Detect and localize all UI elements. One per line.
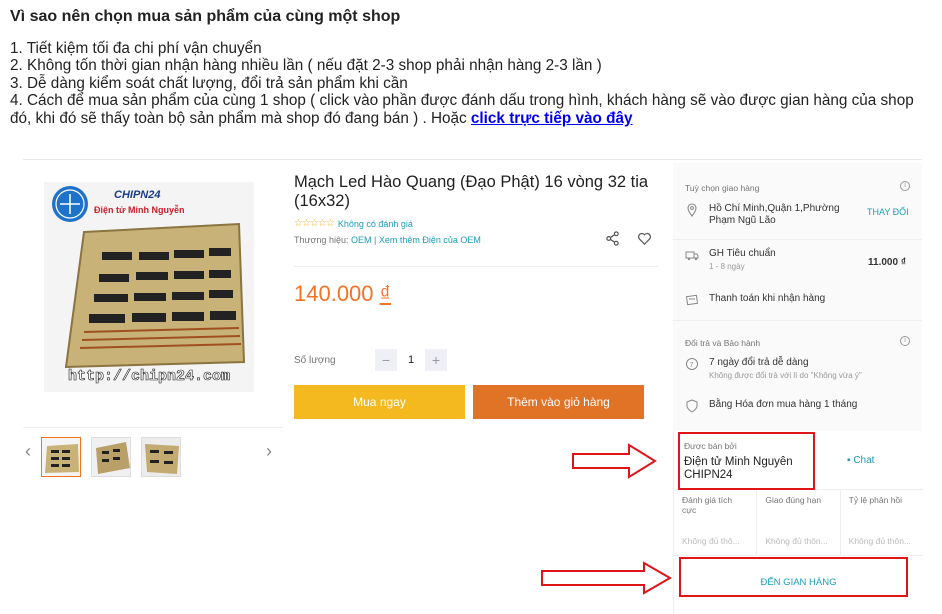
circuit-board-image: CHIPN24 Điện tử Minh Nguyễn http://chipn… (44, 182, 254, 392)
image-url-text: http://chipn24.com (68, 368, 230, 385)
brand-link[interactable]: OEM (351, 235, 372, 245)
currency-symbol: ₫ (379, 281, 391, 306)
quantity-value[interactable]: 1 (397, 354, 425, 366)
intro-list: 1. Tiết kiệm tối đa chi phí vận chuyển 2… (10, 40, 935, 127)
thumbnail-strip: ‹ › (23, 427, 283, 477)
product-price: 140.000 ₫ (294, 281, 391, 307)
metric-response-rate: Tỷ lệ phản hồi Không đủ thôn... (841, 490, 923, 555)
thumbnail-image (142, 438, 180, 476)
thumbnail[interactable] (41, 437, 81, 477)
intro-section: Vì sao nên chọn mua sản phẩm của cùng mộ… (10, 7, 935, 127)
shipping-price: 11.000 ₫ (868, 257, 906, 268)
quantity-plus-button[interactable]: + (425, 349, 447, 371)
info-icon[interactable]: i (900, 336, 910, 346)
product-title: Mạch Led Hào Quang (Đạo Phật) 16 vòng 32… (294, 173, 649, 210)
intro-title: Vì sao nên chọn mua sản phẩm của cùng mộ… (10, 8, 401, 25)
metric-label: Giao đúng hạn (765, 495, 822, 505)
metric-value: Không đủ thôn... (848, 536, 912, 546)
chat-label: Chat (853, 455, 875, 466)
shipping-time: 1 - 8 ngày (709, 262, 745, 271)
thumbnail[interactable] (141, 437, 181, 477)
seller-sidebar: Tuỳ chọn giao hàng i Hồ Chí Minh,Quận 1,… (673, 163, 923, 614)
chat-icon: ▪ (847, 455, 851, 466)
heart-icon[interactable] (637, 231, 652, 246)
intro-item: 1. Tiết kiệm tối đa chi phí vận chuyển (10, 40, 262, 57)
brand-more-link[interactable]: Xem thêm Điện của OEM (379, 235, 481, 245)
arrow-right-icon (541, 561, 672, 595)
intro-item: 3. Dễ dàng kiểm soát chất lượng, đổi trả… (10, 74, 408, 92)
delivery-truck-icon (685, 251, 699, 261)
shield-icon (686, 399, 698, 413)
metric-value: Không đủ thô... (682, 536, 740, 546)
arrow-right-icon (572, 443, 657, 479)
seller-metrics: Đánh giá tích cực Không đủ thô... Giao đú… (674, 489, 923, 556)
metric-label: Đánh giá tích cực (682, 495, 733, 515)
product-info: Mạch Led Hào Quang (Đạo Phật) 16 vòng 32… (294, 173, 658, 419)
share-icon[interactable] (605, 231, 620, 246)
quantity-label: Số lượng (294, 354, 336, 366)
divider (294, 266, 658, 267)
seller-highlight-box (678, 432, 815, 490)
product-card: CHIPN24 Điện tử Minh Nguyễn http://chipn… (23, 159, 923, 614)
invoice-row: Bằng Hóa đơn mua hàng 1 tháng (685, 399, 857, 413)
location-pin-icon (687, 203, 697, 217)
metric-label: Tỷ lệ phản hồi (848, 495, 903, 505)
svg-text:7: 7 (690, 362, 694, 369)
buy-now-button[interactable]: Mua ngay (294, 385, 465, 419)
product-main-image[interactable]: CHIPN24 Điện tử Minh Nguyễn http://chipn… (44, 182, 254, 392)
intro-item-text: 4. Cách để mua sản phẩm của cùng 1 shop … (10, 92, 914, 127)
chat-button[interactable]: ▪ Chat (847, 455, 874, 466)
direct-link[interactable]: click trực tiếp vào đây (471, 110, 633, 127)
shipping-method-row: GH Tiêu chuẩn 1 - 8 ngày (685, 248, 776, 271)
return-icon: 7 (686, 358, 698, 370)
thumbnail-image (92, 438, 130, 476)
price-value: 140.000 (294, 281, 374, 306)
cash-icon (685, 294, 699, 306)
add-to-cart-button[interactable]: Thêm vào giỏ hàng (473, 385, 644, 419)
quantity-minus-button[interactable]: − (375, 349, 397, 371)
delivery-section-label: Tuỳ chọn giao hàng (685, 183, 760, 193)
thumbnail[interactable] (91, 437, 131, 477)
chevron-right-icon[interactable]: › (266, 441, 272, 461)
action-buttons: Mua ngay Thêm vào giỏ hàng (294, 385, 644, 419)
cod-text: Thanh toán khi nhận hàng (709, 293, 826, 304)
quantity-row: Số lượng − 1 + (294, 349, 447, 371)
delivery-address: Hồ Chí Minh,Quận 1,Phường Phạm Ngũ Lão (709, 203, 840, 226)
rating-row: ☆☆☆☆☆ Không có đánh giá (294, 218, 658, 229)
star-rating-icon: ☆☆☆☆☆ (294, 218, 335, 229)
brand-label: Thương hiệu: (294, 235, 349, 245)
info-icon[interactable]: i (900, 181, 910, 191)
change-address-link[interactable]: THAY ĐỔI (867, 207, 909, 217)
returns-text: 7 ngày đổi trả dễ dàng (709, 357, 809, 368)
brand-row: Thương hiệu: OEM | Xem thêm Điện của OEM (294, 235, 658, 245)
image-subtitle-text: Điện tử Minh Nguyễn (94, 205, 185, 215)
rating-text[interactable]: Không có đánh giá (338, 219, 413, 229)
store-highlight-box (679, 557, 908, 597)
share-actions (605, 231, 652, 246)
divider (673, 239, 922, 240)
shipping-method: GH Tiêu chuẩn (709, 248, 776, 259)
returns-sub: Không được đổi trả với lí do "Không vừa … (709, 371, 862, 380)
intro-item: 2. Không tốn thời gian nhận hàng nhiều l… (10, 57, 602, 75)
invoice-text: Bằng Hóa đơn mua hàng 1 tháng (709, 399, 858, 410)
divider (673, 320, 922, 321)
intro-item: 4. Cách để mua sản phẩm của cùng 1 shop … (10, 92, 935, 127)
image-brand-text: CHIPN24 (114, 189, 160, 201)
metric-value: Không đủ thôn... (765, 536, 828, 546)
thumbnail-image (42, 438, 80, 476)
metric-on-time-delivery: Giao đúng hạn Không đủ thôn... (757, 490, 841, 555)
returns-row: 7 7 ngày đổi trả dễ dàng Không được đổi … (685, 357, 862, 380)
metric-positive-rating: Đánh giá tích cực Không đủ thô... (674, 490, 758, 555)
chevron-left-icon[interactable]: ‹ (25, 441, 31, 461)
delivery-address-row: Hồ Chí Minh,Quận 1,Phường Phạm Ngũ Lão (685, 203, 849, 227)
warranty-section-label: Đổi trả và Bảo hành (685, 338, 761, 348)
cod-row: Thanh toán khi nhận hàng (685, 293, 825, 307)
